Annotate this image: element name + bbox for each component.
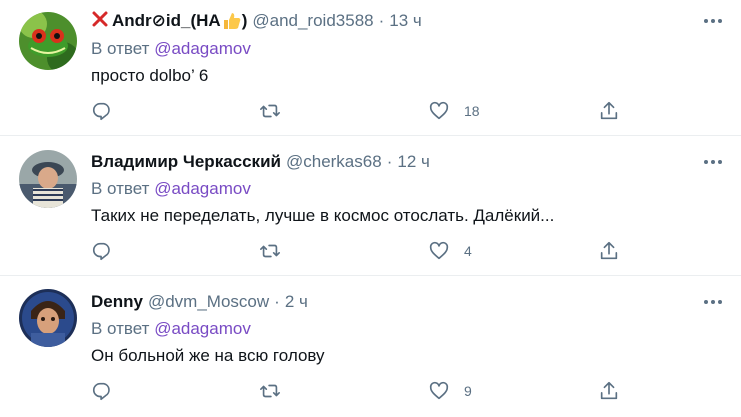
- retweet-icon: [260, 244, 280, 258]
- share-icon: [600, 101, 618, 120]
- reply-button[interactable]: [91, 238, 127, 264]
- reply-context: В ответ @adagamov: [91, 319, 251, 339]
- author-handle[interactable]: @dvm_Moscow: [148, 292, 269, 312]
- author-name-close: ): [241, 11, 248, 30]
- heart-icon: [429, 101, 449, 120]
- tweet-actions: 18: [91, 98, 631, 124]
- tweet[interactable]: Владимир Черкасский @cherkas68 · 12 ч В …: [0, 136, 741, 275]
- author-name[interactable]: Denny: [91, 292, 143, 312]
- share-button[interactable]: [598, 378, 620, 404]
- tweet-text: Он больной же на всю голову: [91, 346, 325, 365]
- retweet-icon: [260, 104, 280, 118]
- tweet-actions: 9: [91, 378, 631, 404]
- tweet-header: Владимир Черкасский @cherkas68 · 12 ч: [91, 150, 430, 174]
- tweet-actions: 4: [91, 238, 631, 264]
- timestamp[interactable]: 12 ч: [397, 152, 430, 172]
- tweet[interactable]: Denny @dvm_Moscow · 2 ч В ответ @adagamo…: [0, 276, 741, 417]
- share-button[interactable]: [598, 98, 620, 124]
- reply-button[interactable]: [91, 378, 127, 404]
- reply-label: В ответ: [91, 319, 150, 338]
- avatar[interactable]: [19, 289, 77, 347]
- thumbs-up-icon: [222, 11, 242, 31]
- retweet-button[interactable]: [259, 98, 295, 124]
- share-icon: [600, 241, 618, 260]
- like-count: 18: [464, 103, 480, 119]
- tweet[interactable]: Andr⊘id_(HA ) @and_roid3588 · 13 ч В отв…: [0, 0, 741, 135]
- like-button[interactable]: 18: [428, 98, 480, 124]
- retweet-button[interactable]: [259, 378, 295, 404]
- author-handle[interactable]: @and_roid3588: [252, 11, 373, 31]
- author-name[interactable]: Владимир Черкасский: [91, 152, 281, 172]
- tweet-text: просто dolbo’ 6: [91, 66, 209, 85]
- avatar[interactable]: [19, 12, 77, 70]
- tweet-header: Denny @dvm_Moscow · 2 ч: [91, 290, 308, 314]
- replies-feed: Andr⊘id_(HA ) @and_roid3588 · 13 ч В отв…: [0, 0, 741, 417]
- share-icon: [600, 381, 618, 400]
- reply-button[interactable]: [91, 98, 127, 124]
- separator-dot: ·: [274, 292, 280, 311]
- reply-context: В ответ @adagamov: [91, 39, 251, 59]
- reply-icon: [92, 102, 110, 121]
- like-count: 9: [464, 383, 472, 399]
- heart-icon: [429, 381, 449, 400]
- like-button[interactable]: 9: [428, 378, 472, 404]
- reply-mention-link[interactable]: @adagamov: [154, 179, 251, 198]
- author-handle[interactable]: @cherkas68: [286, 152, 382, 172]
- author-name[interactable]: Andr⊘id_(HA: [112, 11, 221, 31]
- reply-context: В ответ @adagamov: [91, 179, 251, 199]
- share-button[interactable]: [598, 238, 620, 264]
- separator-dot: ·: [386, 152, 393, 171]
- like-button[interactable]: 4: [428, 238, 472, 264]
- more-icon[interactable]: [703, 9, 723, 33]
- reply-icon: [92, 242, 110, 261]
- retweet-icon: [260, 384, 280, 398]
- reply-label: В ответ: [91, 39, 150, 58]
- avatar[interactable]: [19, 150, 77, 208]
- like-count: 4: [464, 243, 472, 259]
- reply-mention-link[interactable]: @adagamov: [154, 319, 251, 338]
- retweet-button[interactable]: [259, 238, 295, 264]
- reply-icon: [92, 382, 110, 401]
- more-icon[interactable]: [703, 290, 723, 314]
- more-icon[interactable]: [703, 150, 723, 174]
- timestamp[interactable]: 2 ч: [285, 292, 308, 312]
- red-cross-icon: [91, 10, 109, 33]
- heart-icon: [429, 241, 449, 260]
- timestamp[interactable]: 13 ч: [389, 11, 422, 31]
- reply-mention-link[interactable]: @adagamov: [154, 39, 251, 58]
- reply-label: В ответ: [91, 179, 150, 198]
- tweet-text: Таких не переделать, лучше в космос отос…: [91, 206, 555, 225]
- tweet-header: Andr⊘id_(HA ) @and_roid3588 · 13 ч: [91, 9, 422, 33]
- separator-dot: ·: [378, 11, 385, 30]
